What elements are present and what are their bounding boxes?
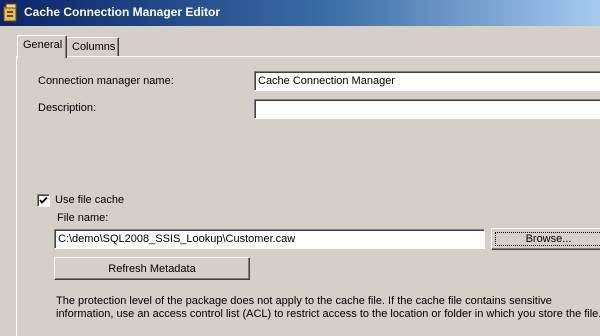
use-file-cache-checkbox[interactable] [37,194,50,207]
title-bar[interactable]: Cache Connection Manager Editor [0,0,600,26]
tab-general-label: General [23,39,63,51]
checkmark-icon [39,196,48,204]
description-input[interactable] [254,99,600,119]
package-icon [3,3,20,23]
protection-notice-line-1: The protection level of the package does… [56,295,552,307]
protection-notice-line-2: information, use an access control list … [56,308,600,320]
protection-notice: The protection level of the package does… [56,295,600,321]
connection-name-input[interactable]: Cache Connection Manager [254,71,600,91]
file-name-label: File name: [57,212,109,224]
browse-button[interactable]: Browse... [491,228,600,250]
refresh-metadata-button[interactable]: Refresh Metadata [54,257,250,280]
tab-general[interactable]: General [17,35,67,58]
focus-rectangle [495,232,600,246]
refresh-metadata-label: Refresh Metadata [108,263,196,275]
file-name-input[interactable]: C:\demo\SQL2008_SSIS_Lookup\Customer.caw [54,229,485,249]
tab-columns-label: Columns [72,41,116,53]
description-label: Description: [38,102,97,114]
use-file-cache-label: Use file cache [55,194,125,206]
window-title: Cache Connection Manager Editor [24,5,221,19]
tab-columns[interactable]: Columns [67,37,119,56]
connection-name-label: Connection manager name: [38,75,174,87]
